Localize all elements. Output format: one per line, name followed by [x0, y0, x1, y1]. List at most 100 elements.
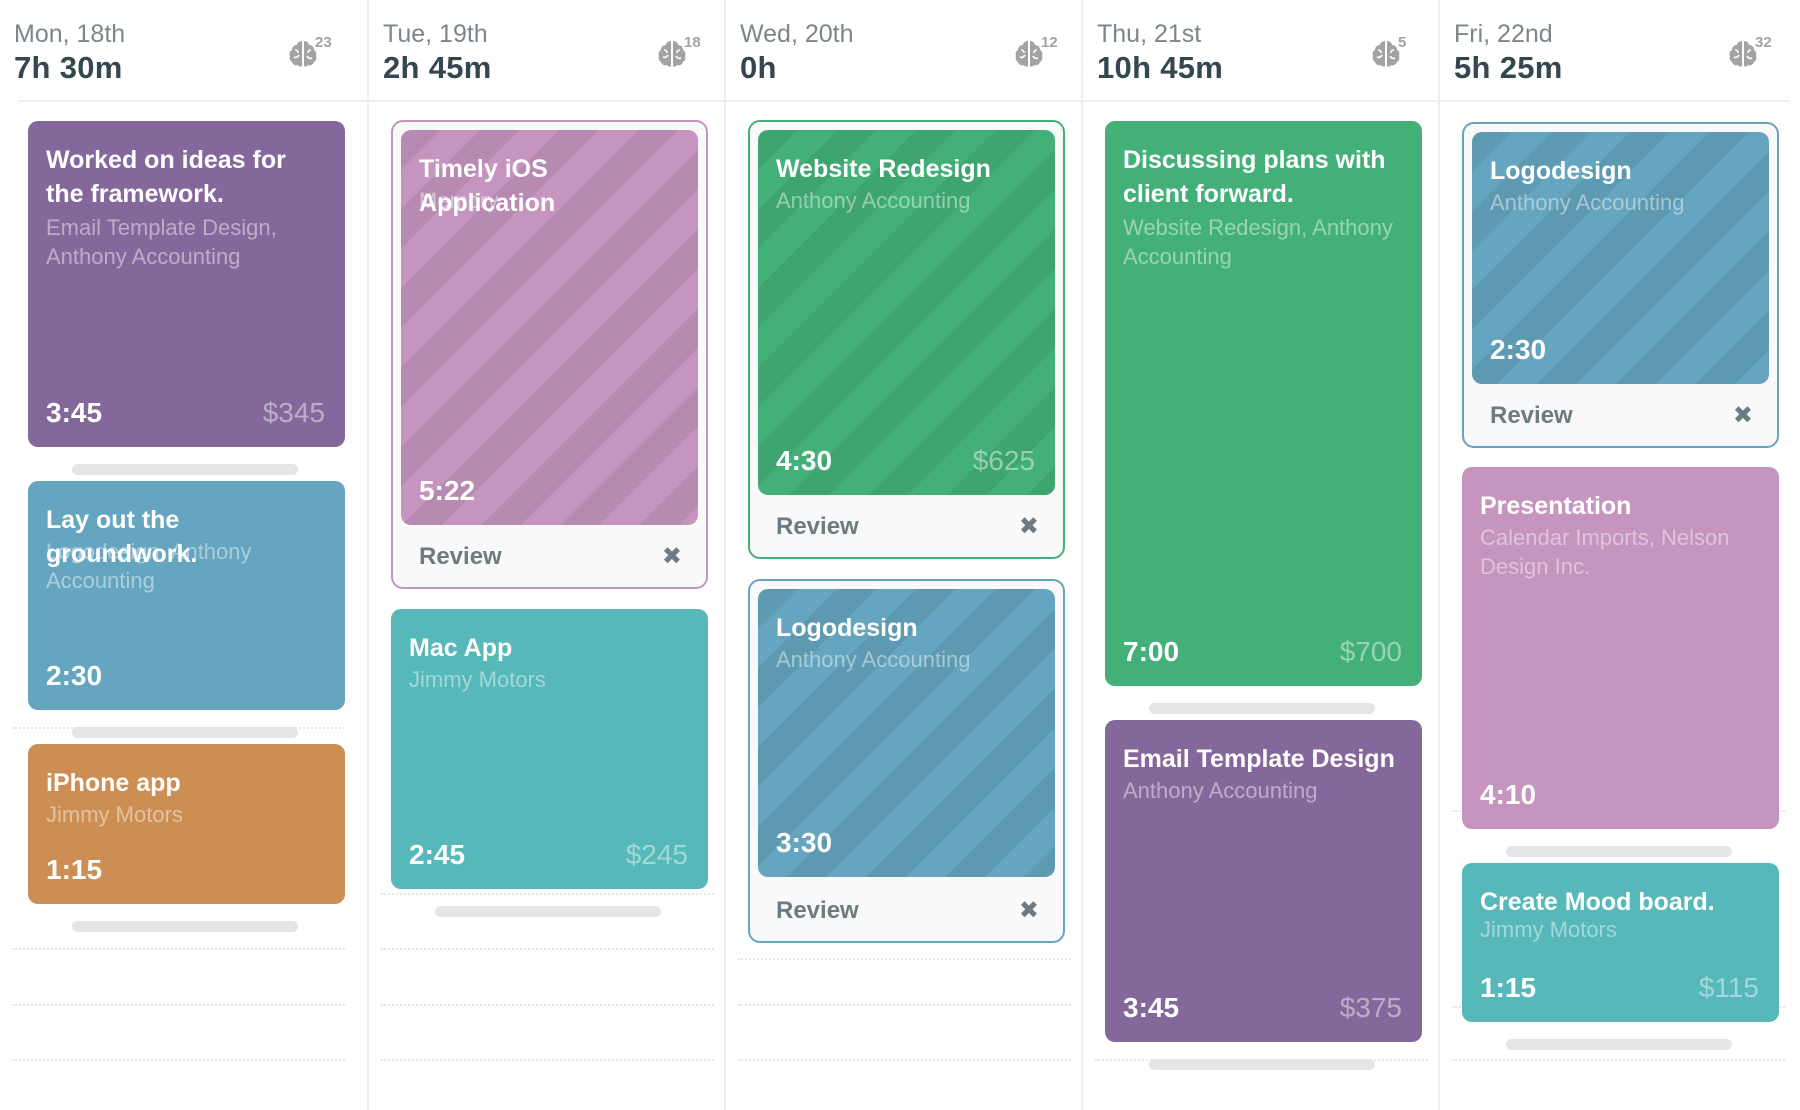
entry-duration: 2:45 — [409, 839, 466, 870]
entry-duration: 4:30 — [776, 445, 833, 476]
review-entry[interactable]: Logodesign Anthony Accounting 2:30 Review ✖ — [1462, 122, 1779, 448]
hour-grid-line — [12, 1004, 345, 1006]
review-entry[interactable]: Timely iOS Application Memory 5:22 Review ✖ — [391, 120, 708, 589]
review-button[interactable]: Review — [776, 897, 859, 925]
day-column: Mon, 18th 7h 30m 23 Worked on ideas for the… — [0, 0, 357, 1110]
entry-amount: $345 — [262, 397, 325, 428]
time-entry-card[interactable]: Worked on ideas for the framework. Email … — [28, 121, 345, 447]
entry-title: Email Template Design — [1123, 745, 1395, 773]
time-entry-card[interactable]: Mac App Jimmy Motors 2:45 $245 — [391, 609, 708, 889]
time-entry-card[interactable]: Timely iOS Application Memory 5:22 — [401, 130, 698, 525]
entry-subtitle: Anthony Accounting — [1490, 190, 1685, 215]
entry-title: Presentation — [1480, 492, 1632, 520]
time-entry-card[interactable]: Discussing plans with client forward. Web… — [1105, 121, 1422, 686]
day-total-hours: 5h 25m — [1454, 50, 1563, 85]
review-entry[interactable]: Logodesign Anthony Accounting 3:30 Review ✖ — [748, 579, 1065, 943]
hour-grid-line — [738, 1059, 1071, 1061]
day-label: Wed, 20th — [740, 20, 854, 48]
day-total-hours: 2h 45m — [383, 50, 492, 85]
entry-subtitle: Memory — [419, 188, 499, 213]
entry-subtitle: Anthony Accounting — [776, 188, 971, 213]
time-entry-card[interactable]: Logodesign Anthony Accounting 3:30 — [758, 589, 1055, 877]
entry-subtitle: Calendar Imports, Nelson Design Inc. — [1480, 525, 1730, 579]
hour-grid-line — [738, 1004, 1071, 1006]
resize-handle[interactable] — [1505, 1039, 1732, 1050]
entry-title: Logodesign — [1490, 157, 1632, 185]
hour-grid-line — [738, 958, 1071, 960]
resize-handle[interactable] — [71, 727, 298, 738]
review-button[interactable]: Review — [1490, 402, 1573, 430]
entry-subtitle: Anthony Accounting — [1123, 778, 1318, 803]
time-entry-card[interactable]: Presentation Calendar Imports, Nelson Des… — [1462, 467, 1779, 829]
brain-count: 18 — [684, 34, 701, 51]
entry-amount: $375 — [1339, 992, 1402, 1023]
resize-handle[interactable] — [434, 906, 661, 917]
review-entry[interactable]: Website Redesign Anthony Accounting 4:30 $6… — [748, 120, 1065, 559]
time-entry-card[interactable]: Email Template Design Anthony Accounting 3… — [1105, 720, 1422, 1042]
close-icon[interactable]: ✖ — [1019, 512, 1039, 541]
time-entry-card[interactable]: Lay out the groundwork. Logodesign, Antho… — [28, 481, 345, 710]
entry-amount: $625 — [972, 445, 1035, 476]
hour-grid-line — [1452, 1059, 1785, 1061]
close-icon[interactable]: ✖ — [662, 542, 682, 571]
entry-duration: 4:10 — [1480, 779, 1537, 810]
entry-duration: 3:45 — [46, 397, 103, 428]
brain-count: 32 — [1755, 34, 1772, 51]
review-button[interactable]: Review — [776, 513, 859, 541]
hour-grid-line — [12, 948, 345, 950]
day-label: Thu, 21st — [1097, 20, 1202, 48]
brain-count: 23 — [315, 34, 332, 51]
day-label: Tue, 19th — [383, 20, 488, 48]
entry-title: Discussing plans with client forward. — [1123, 146, 1386, 208]
time-entry-card[interactable]: Create Mood board. Jimmy Motors 1:15 $115 — [1462, 863, 1779, 1022]
hour-grid-line — [381, 1004, 714, 1006]
time-entry-card[interactable]: Logodesign Anthony Accounting 2:30 — [1472, 132, 1769, 384]
entry-duration: 3:30 — [776, 827, 833, 858]
brain-count: 5 — [1398, 34, 1407, 51]
entry-subtitle: Logodesign, Anthony Accounting — [46, 539, 252, 593]
resize-handle[interactable] — [71, 921, 298, 932]
entry-amount: $115 — [1698, 972, 1759, 1003]
hour-grid-line — [381, 1059, 714, 1061]
entry-title: Website Redesign — [776, 155, 991, 183]
hour-grid-line — [381, 948, 714, 950]
resize-handle[interactable] — [1505, 846, 1732, 857]
resize-handle[interactable] — [71, 464, 298, 475]
entry-subtitle: Anthony Accounting — [776, 647, 971, 672]
entry-title: Create Mood board. — [1480, 888, 1715, 916]
hour-grid-line — [381, 893, 714, 895]
resize-handle[interactable] — [1148, 703, 1375, 714]
entry-subtitle: Jimmy Motors — [409, 667, 546, 692]
close-icon[interactable]: ✖ — [1019, 896, 1039, 925]
time-entry-card[interactable]: iPhone app Jimmy Motors 1:15 — [28, 744, 345, 904]
hour-grid-line — [12, 1059, 345, 1061]
entry-title: iPhone app — [46, 769, 181, 797]
day-total-hours: 7h 30m — [14, 50, 123, 85]
entry-amount: $245 — [625, 839, 688, 870]
entry-duration: 3:45 — [1123, 992, 1180, 1023]
entry-subtitle: Jimmy Motors — [1480, 917, 1617, 942]
entry-duration: 7:00 — [1123, 636, 1180, 667]
entry-duration: 1:15 — [46, 854, 103, 885]
entry-subtitle: Jimmy Motors — [46, 802, 183, 827]
close-icon[interactable]: ✖ — [1733, 401, 1753, 430]
entry-duration: 2:30 — [46, 660, 103, 691]
resize-handle[interactable] — [1148, 1059, 1375, 1070]
day-label: Mon, 18th — [14, 20, 126, 48]
day-total-hours: 10h 45m — [1097, 50, 1224, 85]
entry-duration: 2:30 — [1490, 334, 1547, 365]
entry-subtitle: Website Redesign, Anthony Accounting — [1123, 215, 1393, 269]
day-total-hours: 0h — [740, 50, 777, 85]
review-button[interactable]: Review — [419, 543, 502, 571]
time-entry-card[interactable]: Website Redesign Anthony Accounting 4:30 $6… — [758, 130, 1055, 495]
day-column: Tue, 19th 2h 45m 18 Timely iOS Application M… — [369, 0, 726, 1110]
day-column: Thu, 21st 10h 45m 5 Discussing plans with c… — [1083, 0, 1440, 1110]
day-column: Fri, 22nd 5h 25m 32 Logodesign Anthony Accou… — [1440, 0, 1797, 1110]
day-label: Fri, 22nd — [1454, 20, 1553, 48]
entry-amount: $700 — [1339, 636, 1402, 667]
entry-title: Worked on ideas for the framework. — [46, 146, 286, 208]
entry-duration: 1:15 — [1480, 972, 1537, 1003]
day-column: Wed, 20th 0h 12 Website Redesign Anthony Acc… — [726, 0, 1083, 1110]
entry-title: Logodesign — [776, 614, 918, 642]
entry-title: Mac App — [409, 634, 513, 662]
